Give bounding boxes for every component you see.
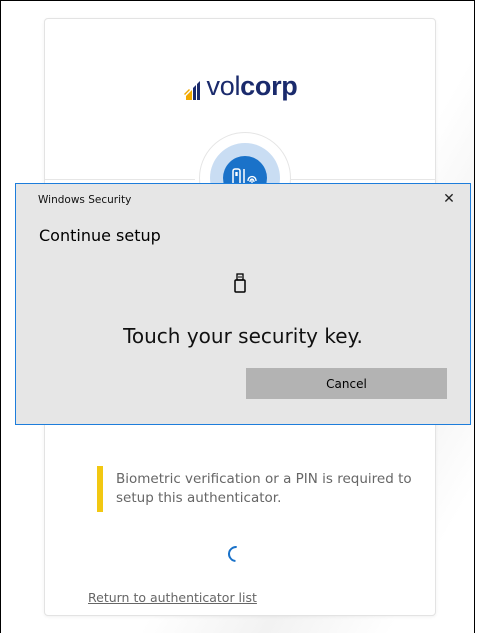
brand-logo: volcorp [45,71,435,109]
usb-security-key-icon [234,273,246,293]
cancel-button[interactable]: Cancel [246,368,447,399]
biometric-notice: Biometric verification or a PIN is requi… [97,466,416,512]
dialog-heading: Continue setup [39,226,161,245]
brand-name-corp: corp [240,71,298,101]
divider-left [45,179,195,180]
windows-security-dialog: Windows Security ✕ Continue setup Touch … [15,183,471,425]
dialog-message: Touch your security key. [123,324,363,348]
dialog-window-title: Windows Security [38,194,132,206]
close-icon[interactable]: ✕ [440,190,458,208]
volcorp-logo-icon [183,81,200,100]
loading-spinner-icon [224,542,248,566]
brand-name-vol: vol [206,71,241,101]
divider-right [291,179,435,180]
return-to-authenticator-list-link[interactable]: Return to authenticator list [88,590,257,605]
